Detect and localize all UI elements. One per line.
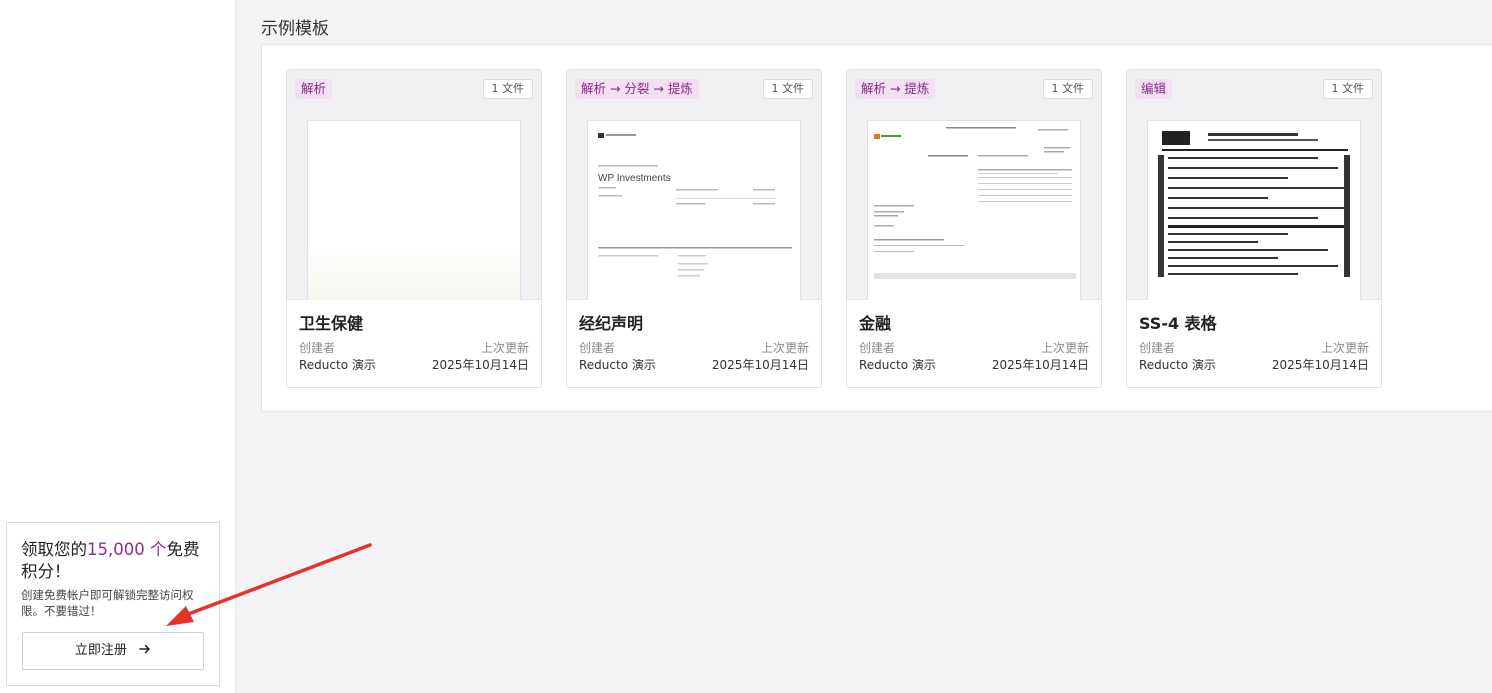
updated-value: 2025年10月14日 (711, 358, 809, 372)
updated-value: 2025年10月14日 (431, 358, 529, 372)
card-title: 金融 (859, 314, 892, 333)
template-card-ss4[interactable]: 编辑 1 文件 SS-4 表格 创建者 上次更新 Reducto 演示 2025… (1126, 69, 1382, 388)
promo-credits-highlight: 15,000 个 (87, 540, 167, 559)
document-thumbnail (867, 120, 1081, 300)
template-card-healthcare[interactable]: 解析 1 文件 卫生保健 创建者 上次更新 Reducto 演示 2025年10… (286, 69, 542, 388)
file-count-badge: 1 文件 (482, 79, 533, 99)
form-preview-lines (1158, 131, 1350, 277)
card-preview: 解析 1 文件 (287, 70, 541, 300)
creator-value: Reducto 演示 (1139, 358, 1216, 372)
creator-label: 创建者 (1139, 341, 1176, 355)
document-thumbnail: WP Investments (587, 120, 801, 300)
signup-button[interactable]: 立即注册 (22, 632, 204, 670)
file-count-badge: 1 文件 (762, 79, 813, 99)
file-count-badge: 1 文件 (1322, 79, 1373, 99)
pipeline-tag: 编辑 (1135, 79, 1173, 99)
creator-label: 创建者 (299, 341, 336, 355)
updated-label: 上次更新 (480, 341, 529, 355)
templates-panel: 解析 1 文件 卫生保健 创建者 上次更新 Reducto 演示 2025年10… (261, 44, 1492, 412)
promo-description: 创建免费帐户即可解锁完整访问权限。不要错过！ (21, 588, 194, 618)
pipeline-tag: 解析 → 分裂 → 提炼 (575, 79, 699, 99)
card-preview: 解析 → 提炼 1 文件 (847, 70, 1101, 300)
main-content: 示例模板 解析 1 文件 卫生保健 创建者 上次更新 Reducto 演示 20… (237, 0, 1492, 693)
updated-label: 上次更新 (1320, 341, 1369, 355)
updated-value: 2025年10月14日 (991, 358, 1089, 372)
card-preview: 解析 → 分裂 → 提炼 1 文件 WP Investments (567, 70, 821, 300)
card-title: 卫生保健 (299, 314, 364, 333)
signup-button-label: 立即注册 (74, 643, 127, 658)
creator-value: Reducto 演示 (579, 358, 656, 372)
updated-label: 上次更新 (1040, 341, 1089, 355)
pipeline-tag: 解析 → 提炼 (855, 79, 936, 99)
card-title: 经纪声明 (579, 314, 644, 333)
free-credits-promo: 领取您的15,000 个免费积分！ 创建免费帐户即可解锁完整访问权限。不要错过！… (6, 522, 220, 686)
template-card-brokerage[interactable]: 解析 → 分裂 → 提炼 1 文件 WP Investments 经纪声明 创建… (566, 69, 822, 388)
creator-value: Reducto 演示 (299, 358, 376, 372)
pipeline-tag: 解析 (295, 79, 333, 99)
template-card-finance[interactable]: 解析 → 提炼 1 文件 金融 创建者 上次更新 Reducto 演示 2025… (846, 69, 1102, 388)
arrow-right-icon (139, 644, 150, 654)
file-count-badge: 1 文件 (1042, 79, 1093, 99)
updated-value: 2025年10月14日 (1271, 358, 1369, 372)
creator-value: Reducto 演示 (859, 358, 936, 372)
card-title: SS-4 表格 (1139, 314, 1217, 333)
document-thumbnail (1147, 120, 1361, 300)
section-title: 示例模板 (261, 19, 329, 39)
card-preview: 编辑 1 文件 (1127, 70, 1381, 300)
updated-label: 上次更新 (760, 341, 809, 355)
creator-label: 创建者 (859, 341, 896, 355)
doc-heading: WP Investments (598, 173, 671, 184)
document-thumbnail (307, 120, 521, 300)
statement-preview-lines: WP Investments (598, 133, 792, 277)
promo-title: 领取您的15,000 个免费积分！ (21, 540, 200, 581)
invoice-preview-lines (874, 127, 1076, 279)
creator-label: 创建者 (579, 341, 616, 355)
sidebar: 领取您的15,000 个免费积分！ 创建免费帐户即可解锁完整访问权限。不要错过！… (0, 0, 236, 693)
